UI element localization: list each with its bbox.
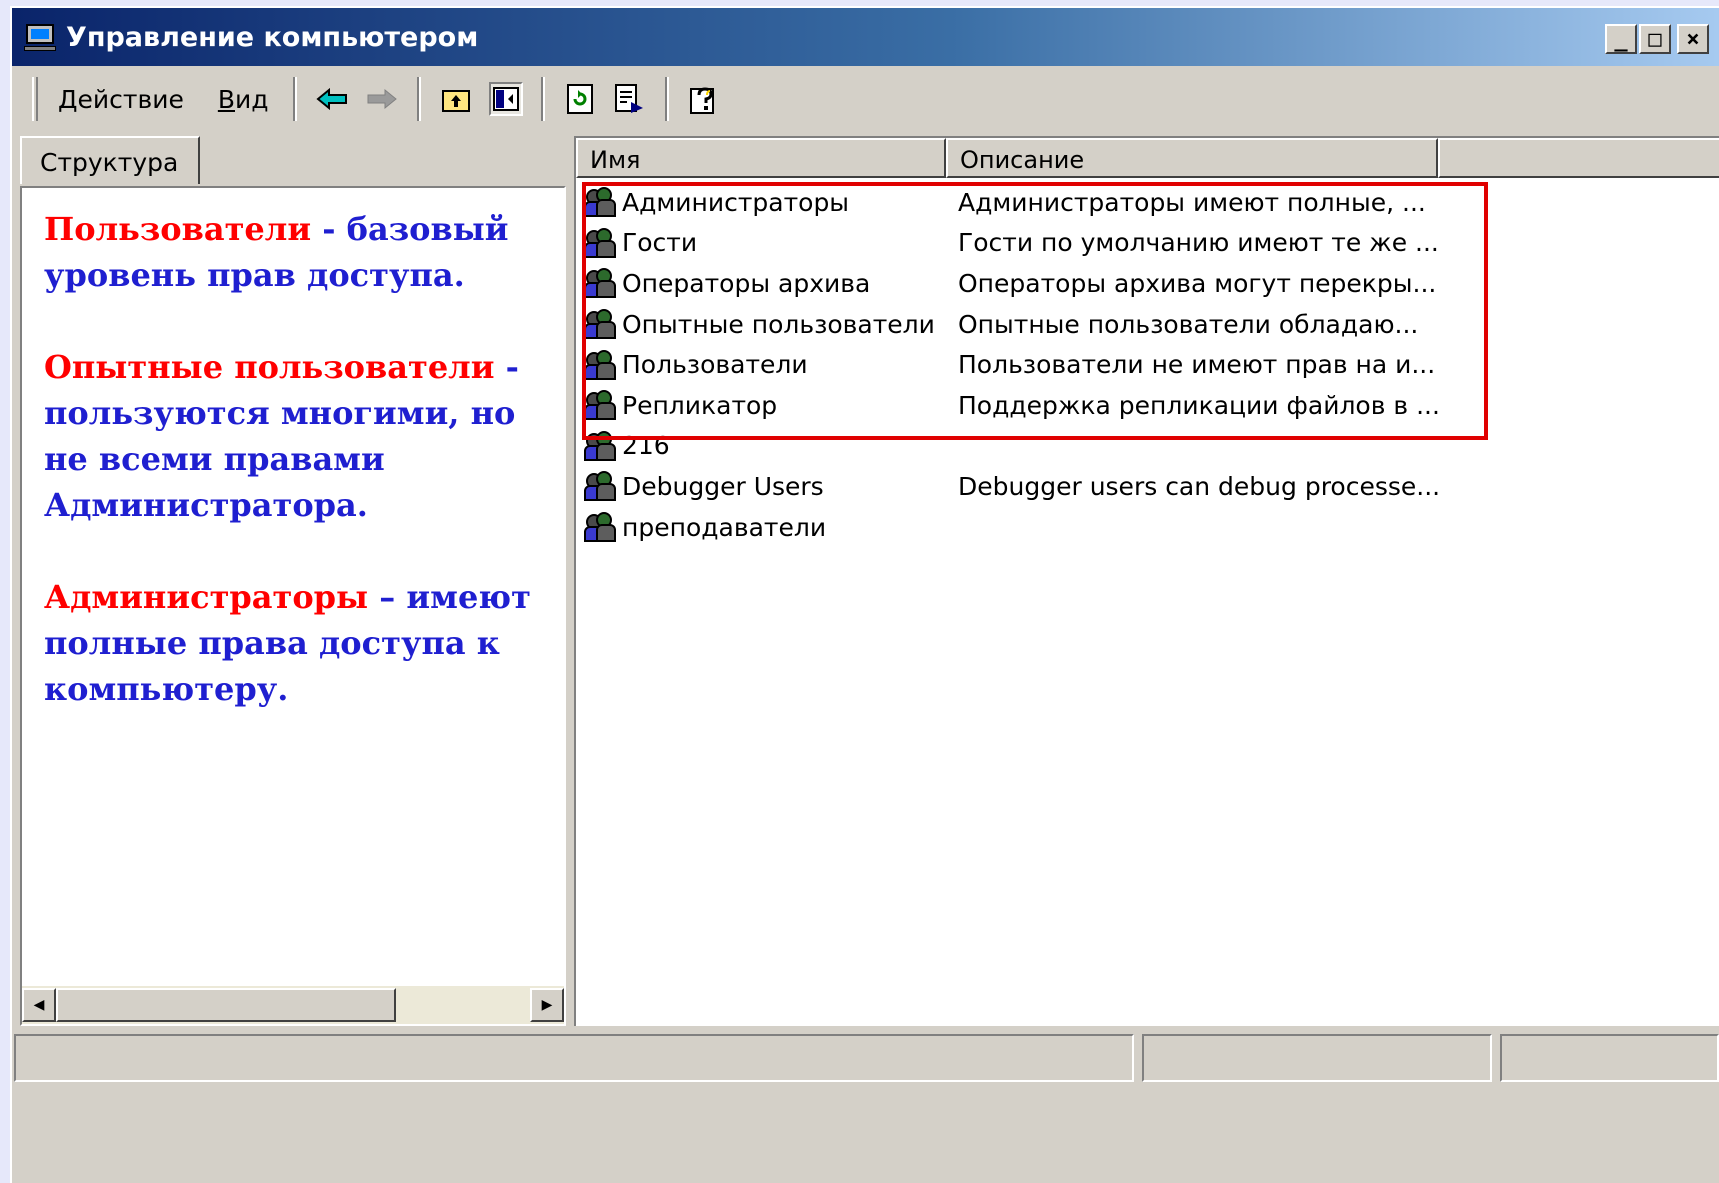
group-icon bbox=[584, 469, 618, 503]
group-description: Гости по умолчанию имеют те же ... bbox=[958, 228, 1439, 258]
list-header: Имя Описание bbox=[576, 138, 1719, 178]
title-bar[interactable]: Управление компьютером _ □ × bbox=[12, 8, 1719, 66]
scroll-right-button[interactable]: ▶ bbox=[530, 988, 564, 1022]
toolbar-separator bbox=[664, 77, 669, 121]
list-item[interactable]: Репликатор Поддержка репликации файлов в … bbox=[576, 385, 1719, 426]
list-item[interactable]: Пользователи Пользователи не имеют прав н… bbox=[576, 344, 1719, 385]
groups-list-pane: Имя Описание Администраторы Администратор… bbox=[574, 136, 1719, 1026]
status-panel-right bbox=[1500, 1034, 1719, 1082]
toolbar: Действие Вид bbox=[12, 70, 1719, 128]
column-header-extra[interactable] bbox=[1438, 138, 1719, 178]
list-item[interactable]: 216 bbox=[576, 426, 1719, 467]
window-title: Управление компьютером bbox=[66, 21, 479, 53]
export-list-icon[interactable] bbox=[613, 82, 647, 116]
group-icon bbox=[584, 510, 618, 544]
forward-arrow-icon[interactable] bbox=[365, 82, 399, 116]
view-menu-rest: ид bbox=[235, 84, 269, 114]
list-item[interactable]: Администраторы Администраторы имеют полны… bbox=[576, 182, 1719, 223]
status-panel-main bbox=[14, 1034, 1134, 1082]
view-menu-accel: В bbox=[217, 84, 235, 114]
scroll-track[interactable] bbox=[396, 988, 530, 1022]
group-name: Репликатор bbox=[622, 390, 778, 420]
list-item[interactable]: Гости Гости по умолчанию имеют те же ... bbox=[576, 223, 1719, 264]
group-name: 216 bbox=[622, 431, 670, 461]
computer-management-window: Управление компьютером _ □ × Действие Ви… bbox=[10, 6, 1719, 1183]
note-users: Пользователи - базовый уровень прав дост… bbox=[44, 206, 554, 298]
group-icon bbox=[584, 226, 618, 260]
group-description: Debugger users can debug processe... bbox=[958, 471, 1441, 501]
toolbar-separator bbox=[416, 77, 421, 121]
group-name: Гости bbox=[622, 228, 698, 258]
computer-icon bbox=[24, 22, 58, 52]
group-name: Debugger Users bbox=[622, 471, 824, 501]
action-menu[interactable]: Действие bbox=[44, 85, 198, 114]
note-power-users: Опытные пользователи - пользуются многим… bbox=[44, 344, 554, 528]
status-bar bbox=[12, 1034, 1719, 1082]
group-icon bbox=[584, 185, 618, 219]
list-item[interactable]: Операторы архива Операторы архива могут п… bbox=[576, 263, 1719, 304]
close-button[interactable]: × bbox=[1677, 24, 1709, 54]
group-icon bbox=[584, 388, 618, 422]
group-icon bbox=[584, 429, 618, 463]
note-administrators: Администраторы – имеют полные права дост… bbox=[44, 574, 554, 712]
scroll-thumb[interactable] bbox=[56, 988, 396, 1022]
notes-text: Пользователи - базовый уровень прав дост… bbox=[44, 206, 554, 758]
back-arrow-icon[interactable] bbox=[315, 82, 349, 116]
help-icon[interactable] bbox=[687, 82, 721, 116]
toolbar-separator bbox=[540, 77, 545, 121]
group-description: Операторы архива могут перекры... bbox=[958, 268, 1437, 298]
group-description: Опытные пользователи обладаю... bbox=[958, 309, 1419, 339]
show-hide-tree-icon[interactable] bbox=[488, 82, 523, 116]
tab-structure[interactable]: Структура bbox=[20, 136, 200, 184]
tree-pane: Пользователи - базовый уровень прав дост… bbox=[20, 186, 566, 1026]
note-term: Опытные пользователи bbox=[44, 348, 495, 386]
group-name: Операторы архива bbox=[622, 268, 871, 298]
up-folder-icon[interactable] bbox=[439, 82, 473, 116]
list-item[interactable]: преподаватели bbox=[576, 507, 1719, 548]
list-item[interactable]: Debugger Users Debugger users can debug p… bbox=[576, 466, 1719, 507]
status-panel-middle bbox=[1142, 1034, 1492, 1082]
group-name: Пользователи bbox=[622, 350, 808, 380]
group-description: Администраторы имеют полные, ... bbox=[958, 187, 1426, 217]
view-menu[interactable]: Вид bbox=[204, 85, 283, 114]
column-header-description[interactable]: Описание bbox=[946, 138, 1438, 178]
toolbar-grip[interactable] bbox=[32, 77, 38, 121]
list-item[interactable]: Опытные пользователи Опытные пользователи… bbox=[576, 304, 1719, 345]
group-icon bbox=[584, 348, 618, 382]
note-term: Пользователи bbox=[44, 210, 312, 248]
refresh-icon[interactable] bbox=[563, 82, 597, 116]
groups-list: Администраторы Администраторы имеют полны… bbox=[576, 182, 1719, 547]
note-term: Администраторы bbox=[44, 578, 369, 616]
group-description: Пользователи не имеют прав на и... bbox=[958, 350, 1436, 380]
scroll-left-button[interactable]: ◀ bbox=[22, 988, 56, 1022]
group-icon bbox=[584, 266, 618, 300]
group-description: Поддержка репликации файлов в ... bbox=[958, 390, 1440, 420]
group-name: Администраторы bbox=[622, 187, 850, 217]
toolbar-separator bbox=[292, 77, 297, 121]
horizontal-scrollbar[interactable]: ◀ ▶ bbox=[22, 986, 564, 1024]
maximize-button[interactable]: □ bbox=[1639, 24, 1671, 54]
column-header-name[interactable]: Имя bbox=[576, 138, 946, 178]
group-icon bbox=[584, 307, 618, 341]
group-name: преподаватели bbox=[622, 512, 827, 542]
group-name: Опытные пользователи bbox=[622, 309, 935, 339]
minimize-button[interactable]: _ bbox=[1605, 24, 1637, 54]
